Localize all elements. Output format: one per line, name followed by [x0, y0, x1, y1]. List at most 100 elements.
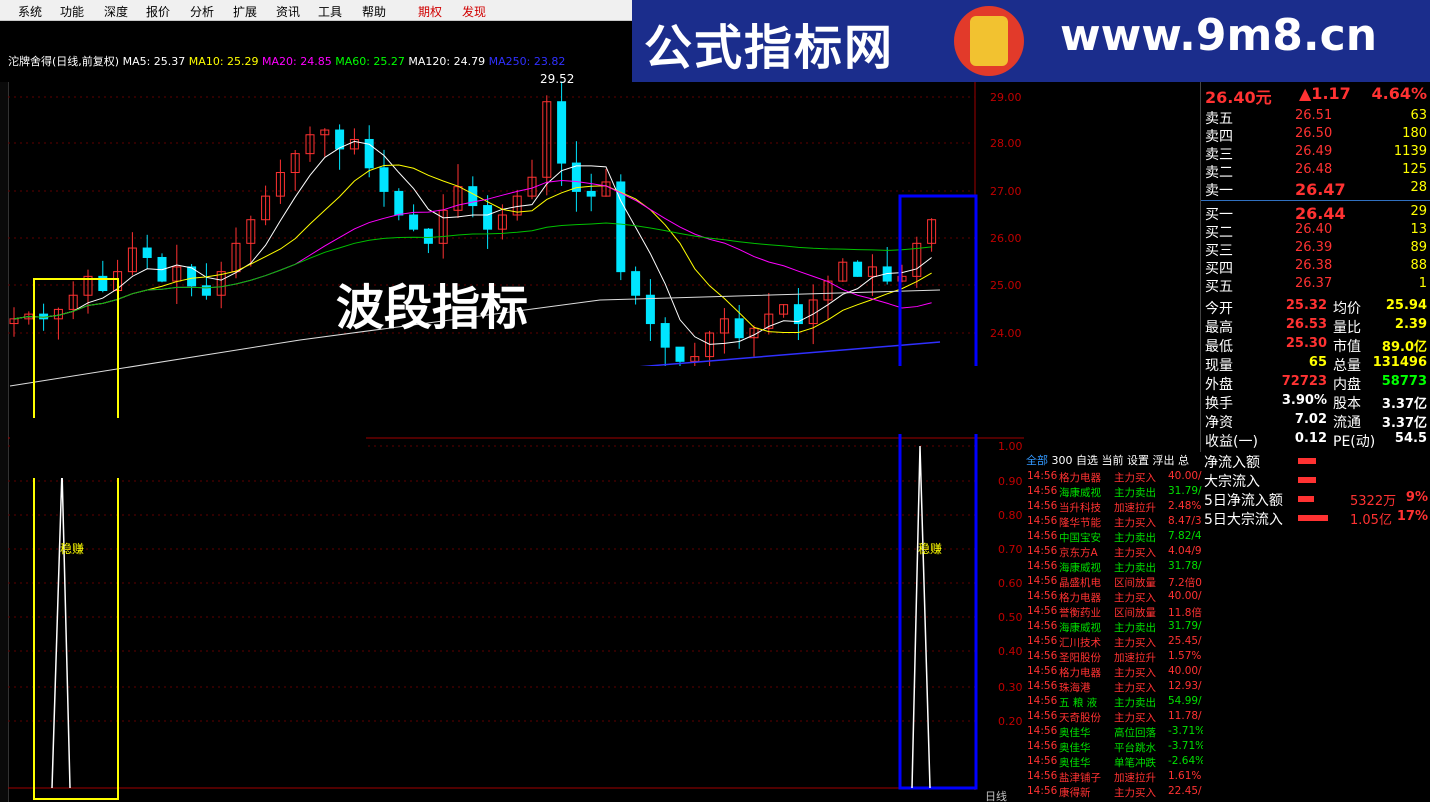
ticker-row[interactable]: 14:56 汇川技术 主力买入 25.45/ — [1027, 635, 1203, 650]
ticker-row[interactable]: 14:56 格力电器 主力买入 40.00/ — [1027, 470, 1203, 485]
ticker-cell: 14:56 — [1027, 665, 1058, 677]
ticker-cell: 1.61% — [1168, 770, 1202, 782]
stock-title: 沱牌舍得(日线,前复权) — [8, 55, 120, 68]
ticker-cell: 区间放量 — [1114, 607, 1156, 619]
ticker-row[interactable]: 14:56 康得新 主力买入 22.45/ — [1027, 785, 1203, 800]
ticker-row[interactable]: 14:56 珠海港 主力买入 12.93/ — [1027, 680, 1203, 695]
ticker-row[interactable]: 14:56 天奇股份 主力买入 11.78/ — [1027, 710, 1203, 725]
stat-value: 26.53 — [1285, 317, 1327, 332]
flow-tab[interactable]: 当前 — [1102, 454, 1128, 466]
flow-pct: 9% — [1405, 490, 1428, 505]
banner-url: www.9m8.cn — [1060, 10, 1378, 61]
ticker-row[interactable]: 14:56 奥佳华 单笔冲跌 -2.64% — [1027, 755, 1203, 770]
ticker-cell: 14:56 — [1027, 725, 1058, 737]
middle-panel — [1024, 82, 1200, 452]
ticker-cell: 14:56 — [1027, 620, 1058, 632]
ticker-row[interactable]: 14:56 京东方A 主力买入 4.04/9 — [1027, 545, 1203, 560]
flow-tab[interactable]: 全部 — [1026, 454, 1052, 466]
menu-item-2[interactable]: 深度 — [104, 3, 128, 20]
quote-panel: 26.40元 ▲1.17 4.64% 卖五 26.51 63 卖四 26.50 180 卖三 26.… — [1200, 82, 1430, 452]
stat-value: 54.5 — [1394, 431, 1427, 446]
flow-tab[interactable]: 总 — [1178, 454, 1189, 466]
flow-tabs[interactable]: 全部 300 自选 当前 设置 浮出 总 — [1026, 452, 1202, 466]
ticker-cell: 14:56 — [1027, 770, 1058, 782]
ticker-row[interactable]: 14:56 五 粮 液 主力卖出 54.99/ — [1027, 695, 1203, 710]
upper-tick-label: 24.00 — [990, 327, 1022, 340]
candle-body — [423, 228, 433, 244]
lower-tick-label: 0.30 — [998, 681, 1023, 694]
menu-item-4[interactable]: 分析 — [190, 3, 214, 20]
bid-label: 买二 — [1205, 225, 1233, 241]
stat-value: 3.90% — [1281, 393, 1327, 408]
menu-item-5[interactable]: 扩展 — [233, 3, 257, 20]
ticker-row[interactable]: 14:56 隆华节能 主力买入 8.47/3 — [1027, 515, 1203, 530]
ticker-row[interactable]: 14:56 奥佳华 高位回落 -3.71% — [1027, 725, 1203, 740]
redaction-box — [358, 366, 1024, 434]
ticker-row[interactable]: 14:56 海康威视 主力卖出 31.78/ — [1027, 560, 1203, 575]
stat-value: 89.0亿 — [1381, 340, 1427, 355]
stat-label: 均价 — [1333, 301, 1361, 317]
bid-volume: 89 — [1410, 240, 1427, 255]
high-marker-label: 29.52 — [540, 72, 574, 86]
ticker-row[interactable]: 14:56 格力电器 主力买入 40.00/ — [1027, 590, 1203, 605]
ticker-cell: 14:56 — [1027, 515, 1058, 527]
ticker-cell: -3.71% — [1168, 740, 1203, 752]
ticker-cell: 奥佳华 — [1059, 757, 1091, 769]
flow-value: 5322万 — [1350, 494, 1397, 509]
ticker-row[interactable]: 14:56 海康威视 主力卖出 31.79/ — [1027, 485, 1203, 500]
menu-item-0[interactable]: 系统 — [18, 3, 42, 20]
stat-label: 市值 — [1333, 339, 1361, 355]
ask-volume: 28 — [1410, 180, 1427, 195]
ask-volume: 1139 — [1393, 144, 1427, 159]
stat-value: 25.32 — [1285, 298, 1327, 313]
menu-bar: 系统 功能 深度 报价 分析 扩展 资讯 工具 帮助 期权 发现 — [0, 0, 632, 21]
ma-label: MA10: 25.29 — [185, 55, 259, 68]
stat-label: 最高 — [1205, 320, 1233, 336]
ticker-cell: 隆华节能 — [1059, 517, 1101, 529]
ma-label: MA250: 23.82 — [485, 55, 566, 68]
ticker-row[interactable]: 14:56 当升科技 加速拉升 2.48% — [1027, 500, 1203, 515]
ticker-cell: 格力电器 — [1059, 472, 1101, 484]
bid-price: 26.38 — [1295, 258, 1333, 273]
upper-tick-label: 29.00 — [990, 91, 1022, 104]
ticker-row[interactable]: 14:56 格力电器 主力买入 40.00/ — [1027, 665, 1203, 680]
flow-tab[interactable]: 浮出 — [1153, 454, 1179, 466]
menu-special-0[interactable]: 期权 — [418, 3, 442, 20]
stat-label: 股本 — [1333, 396, 1361, 412]
candle-body — [645, 294, 655, 325]
ticker-row[interactable]: 14:56 奥佳华 平台跳水 -3.71% — [1027, 740, 1203, 755]
ask-volume: 180 — [1402, 126, 1427, 141]
menu-item-1[interactable]: 功能 — [60, 3, 84, 20]
ticker-cell: 31.79/ — [1168, 620, 1202, 632]
ticker-cell: 主力卖出 — [1114, 622, 1156, 634]
ask-label: 卖四 — [1205, 129, 1233, 145]
flow-tab[interactable]: 300 — [1052, 454, 1077, 466]
menu-item-8[interactable]: 帮助 — [362, 3, 386, 20]
stat-value: 131496 — [1372, 355, 1427, 370]
menu-item-7[interactable]: 工具 — [318, 3, 342, 20]
stat-value: 58773 — [1381, 374, 1427, 389]
menu-special-1[interactable]: 发现 — [462, 3, 486, 20]
flow-tab[interactable]: 自选 — [1076, 454, 1102, 466]
ticker-cell: 主力买入 — [1114, 592, 1156, 604]
stat-value: 25.94 — [1385, 298, 1427, 313]
upper-tick-label: 25.00 — [990, 279, 1022, 292]
ticker-row[interactable]: 14:56 誉衡药业 区间放量 11.8倍 — [1027, 605, 1203, 620]
ticker-cell: 主力卖出 — [1114, 562, 1156, 574]
ticker-row[interactable]: 14:56 晶盛机电 区间放量 7.2倍0 — [1027, 575, 1203, 590]
period-label: 日线 — [985, 789, 1007, 802]
lower-tick-label: 0.80 — [998, 509, 1023, 522]
ticker-row[interactable]: 14:56 圣阳股份 加速拉升 1.57% — [1027, 650, 1203, 665]
ticker-cell: 14:56 — [1027, 605, 1058, 617]
ticker-row[interactable]: 14:56 中国宝安 主力卖出 7.82/4 — [1027, 530, 1203, 545]
ticker-row[interactable]: 14:56 海康威视 主力卖出 31.79/ — [1027, 620, 1203, 635]
menu-item-3[interactable]: 报价 — [146, 3, 170, 20]
flow-tab[interactable]: 设置 — [1127, 454, 1153, 466]
menu-item-6[interactable]: 资讯 — [276, 3, 300, 20]
flow-label: 净流入额 — [1204, 455, 1260, 471]
ticker-cell: 主力买入 — [1114, 472, 1156, 484]
ticker-row[interactable]: 14:56 盐津铺子 加速拉升 1.61% — [1027, 770, 1203, 785]
bid-volume: 13 — [1410, 222, 1427, 237]
flow-pct: 17% — [1396, 509, 1428, 524]
ticker-cell: 14:56 — [1027, 740, 1058, 752]
